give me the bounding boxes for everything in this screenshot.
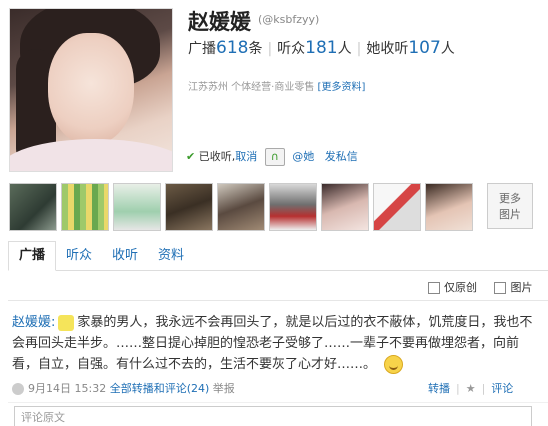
photo-thumb[interactable] [165,183,213,231]
emoticon-icon [58,314,75,331]
post-actions: 转播 | ★ | 评论 [428,380,513,396]
original-only-checkbox[interactable] [428,282,440,294]
tab-broadcasts[interactable]: 广播 [8,241,57,271]
post-body: 赵媛媛: 家暴的男人，我永远不会再回头了，就是以后过的衣不蔽体，饥荒度日，我也不会… [12,312,540,375]
photo-thumb[interactable] [321,183,369,231]
post-author-link[interactable]: 赵媛媛: [12,315,55,330]
divider: | [456,382,460,395]
comment-input[interactable]: 评论原文 [14,406,532,426]
comment-button[interactable]: 评论 [491,382,513,395]
repost-count[interactable]: (24) [187,382,210,395]
stat-label: 听众 [277,41,306,57]
post-time[interactable]: 9月14日 15:32 [28,382,106,395]
stat-unit: 人 [337,41,352,57]
profile-avatar[interactable] [9,8,173,172]
stat-label: 广播 [188,41,216,57]
post-meta: 9月14日 15:32 全部转播和评论(24) 举报 [12,380,235,396]
profile-actions: ✔ 已收听,取消 ∩ @她 发私信 [186,148,358,166]
stat-value: 618 [216,38,249,58]
divider [8,402,548,403]
check-icon: ✔ [186,150,196,163]
more-photos-label: 图片 [499,208,521,221]
profile-handle: (@ksbfzyy) [258,13,320,26]
stat-unit: 条 [248,41,263,57]
photo-thumb[interactable] [61,183,109,231]
post-text: 家暴的男人，我永远不会再回头了，就是以后过的衣不蔽体，饥荒度日，我也不会再回头走… [12,315,533,372]
tab-following[interactable]: 收听 [112,242,138,270]
report-link[interactable]: 举报 [213,382,235,395]
images-checkbox[interactable] [494,282,507,294]
divider: | [481,382,486,395]
original-only-label: 仅原创 [444,281,477,294]
location-text: 江苏苏州 个体经营·商业零售 [188,82,315,93]
profile-stats: 广播618条 | 听众181人 | 她收听107人 [188,38,455,58]
divider: | [267,41,273,57]
listened-status: 已收听, [198,150,236,163]
more-photos-button[interactable]: 更多 图片 [487,183,533,229]
tab-profile[interactable]: 资料 [158,242,184,270]
images-filter-label: 图片 [510,281,533,294]
stat-broadcasts[interactable]: 广播618条 [188,38,263,58]
photo-thumb[interactable] [269,183,317,231]
tab-followers[interactable]: 听众 [66,242,92,270]
stat-unit: 人 [440,41,455,57]
stat-value: 107 [408,38,441,58]
stat-label: 她收听 [366,41,409,57]
tab-bar: 广播 听众 收听 资料 [8,241,548,271]
photo-thumb[interactable] [425,183,473,231]
mention-link[interactable]: @她 [292,150,314,163]
private-message-link[interactable]: 发私信 [325,150,358,163]
feed-filters: 仅原创 图片 [428,279,532,295]
divider: | [356,41,362,57]
repost-button[interactable]: 转播 [428,382,450,395]
photo-thumb[interactable] [217,183,265,231]
cancel-follow-link[interactable]: 取消 [235,150,257,163]
photo-thumb[interactable] [9,183,57,231]
all-reposts-link[interactable]: 全部转播和评论 [110,382,187,395]
timeline-icon [12,383,24,395]
more-photos-label: 更多 [499,192,521,205]
divider [8,300,548,301]
stat-followers[interactable]: 听众181人 [277,38,352,58]
profile-name: 赵媛媛 [188,10,251,34]
star-icon[interactable]: ★ [466,382,476,395]
photo-thumb[interactable] [113,183,161,231]
headphones-icon[interactable]: ∩ [264,148,285,166]
avatar-face [48,33,134,145]
smile-emoticon-icon [384,355,404,374]
photo-thumb[interactable] [373,183,421,231]
stat-following[interactable]: 她收听107人 [366,38,455,58]
stat-value: 181 [305,38,338,58]
profile-location: 江苏苏州 个体经营·商业零售 [更多资料] [188,78,365,93]
more-info-link[interactable]: [更多资料] [318,82,366,93]
